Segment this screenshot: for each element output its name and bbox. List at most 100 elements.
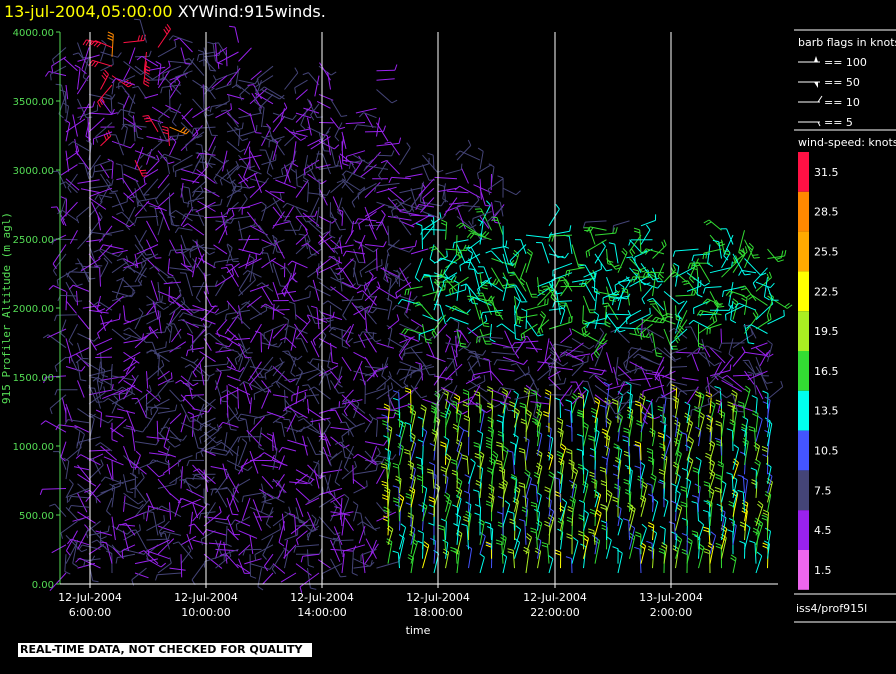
barb-shaft	[60, 319, 67, 334]
barb-tick	[343, 493, 350, 499]
barb-tick	[168, 323, 175, 325]
barb-shaft	[445, 501, 452, 522]
barb-shaft	[318, 234, 335, 253]
barb-shaft	[146, 331, 166, 334]
barb-shaft	[60, 294, 78, 297]
barb-shaft	[291, 260, 308, 269]
barb-tick	[357, 284, 364, 286]
wind-barb	[418, 178, 435, 196]
wind-barb	[46, 328, 67, 339]
barb-shaft	[252, 499, 262, 522]
barb-shaft	[422, 164, 430, 181]
barb-tick	[266, 172, 273, 177]
barb-shaft	[146, 389, 161, 402]
wind-barb	[203, 488, 211, 506]
barb-shaft	[234, 26, 239, 43]
wind-barb	[100, 51, 122, 58]
barb-shaft	[169, 60, 192, 64]
wind-barb	[428, 522, 435, 545]
barb-tick	[195, 161, 200, 168]
barb-shaft	[121, 278, 136, 292]
wind-barb	[250, 70, 262, 81]
barb-tick	[138, 243, 144, 249]
barb-tick	[296, 539, 299, 546]
barb-tick	[174, 443, 181, 448]
barb-tick	[434, 303, 441, 306]
barb-shaft	[124, 511, 147, 522]
barb-tick	[108, 418, 114, 424]
barb-shaft	[77, 179, 100, 184]
barb-tick	[454, 393, 460, 398]
barb-shaft	[47, 334, 67, 349]
barb-tick	[95, 442, 101, 447]
barb-shaft	[160, 208, 170, 231]
wind-barb	[123, 34, 146, 44]
barb-shaft	[146, 365, 165, 381]
wind-barb	[477, 164, 492, 180]
barb-tick	[356, 290, 363, 294]
barb-tick	[482, 350, 487, 356]
wind-barb	[134, 215, 159, 224]
barb-shaft	[146, 220, 159, 243]
wind-barb	[341, 356, 352, 372]
wind-barb	[232, 478, 251, 495]
barb-shaft	[185, 394, 205, 397]
barb-tick	[333, 490, 336, 497]
wind-barb	[478, 518, 485, 545]
barb-shaft	[178, 227, 193, 231]
wind-barb	[226, 516, 240, 536]
wind-barb	[170, 209, 193, 222]
barb-tick	[127, 491, 134, 494]
wind-barb	[180, 319, 199, 329]
wind-barb	[88, 117, 105, 133]
barb-tick	[416, 223, 423, 227]
barb-shaft	[238, 130, 241, 146]
wind-barb	[383, 403, 390, 423]
barb-tick	[453, 396, 460, 401]
barb-shaft	[490, 370, 504, 386]
barb-tick	[207, 113, 214, 117]
wind-barb	[290, 520, 308, 535]
barb-shaft	[88, 412, 109, 424]
barb-tick	[391, 99, 398, 104]
wind-barb	[169, 413, 182, 425]
barb-shaft	[75, 150, 90, 170]
barb-tick	[327, 319, 334, 323]
barb-tick	[214, 308, 220, 314]
barb-shaft	[399, 147, 411, 165]
barb-shaft	[137, 86, 147, 100]
barb-shaft	[169, 341, 187, 353]
wind-barb	[307, 399, 310, 414]
barb-tick	[466, 545, 472, 550]
barb-tick	[49, 408, 53, 415]
barb-shaft	[414, 258, 423, 278]
barb-shaft	[65, 281, 77, 302]
barb-tick	[334, 481, 341, 487]
barb-tick	[255, 132, 262, 134]
barb-tick	[200, 451, 204, 457]
barb-shaft	[111, 328, 126, 341]
barb-shaft	[100, 98, 113, 115]
wind-barb	[479, 553, 485, 574]
barb-tick	[382, 241, 387, 247]
barb-shaft	[155, 183, 170, 200]
barb-tick	[44, 71, 50, 77]
barb-shaft	[42, 488, 67, 490]
barb-shaft	[307, 192, 328, 196]
barb-tick	[339, 126, 346, 130]
barb-tick	[92, 101, 95, 108]
barb-tick	[80, 379, 87, 382]
wind-barb	[416, 475, 424, 494]
wind-barb	[352, 465, 354, 484]
barb-tick	[345, 156, 348, 163]
barb-tick	[224, 219, 228, 226]
wind-barb	[246, 211, 262, 231]
barb-shaft	[353, 408, 372, 424]
barb-tick	[317, 363, 320, 370]
wind-barb	[55, 424, 78, 431]
wind-barb	[295, 363, 320, 377]
barb-shaft	[65, 460, 70, 480]
barb-shaft	[353, 267, 359, 285]
barb-tick	[485, 205, 492, 207]
barb-tick	[382, 518, 389, 522]
